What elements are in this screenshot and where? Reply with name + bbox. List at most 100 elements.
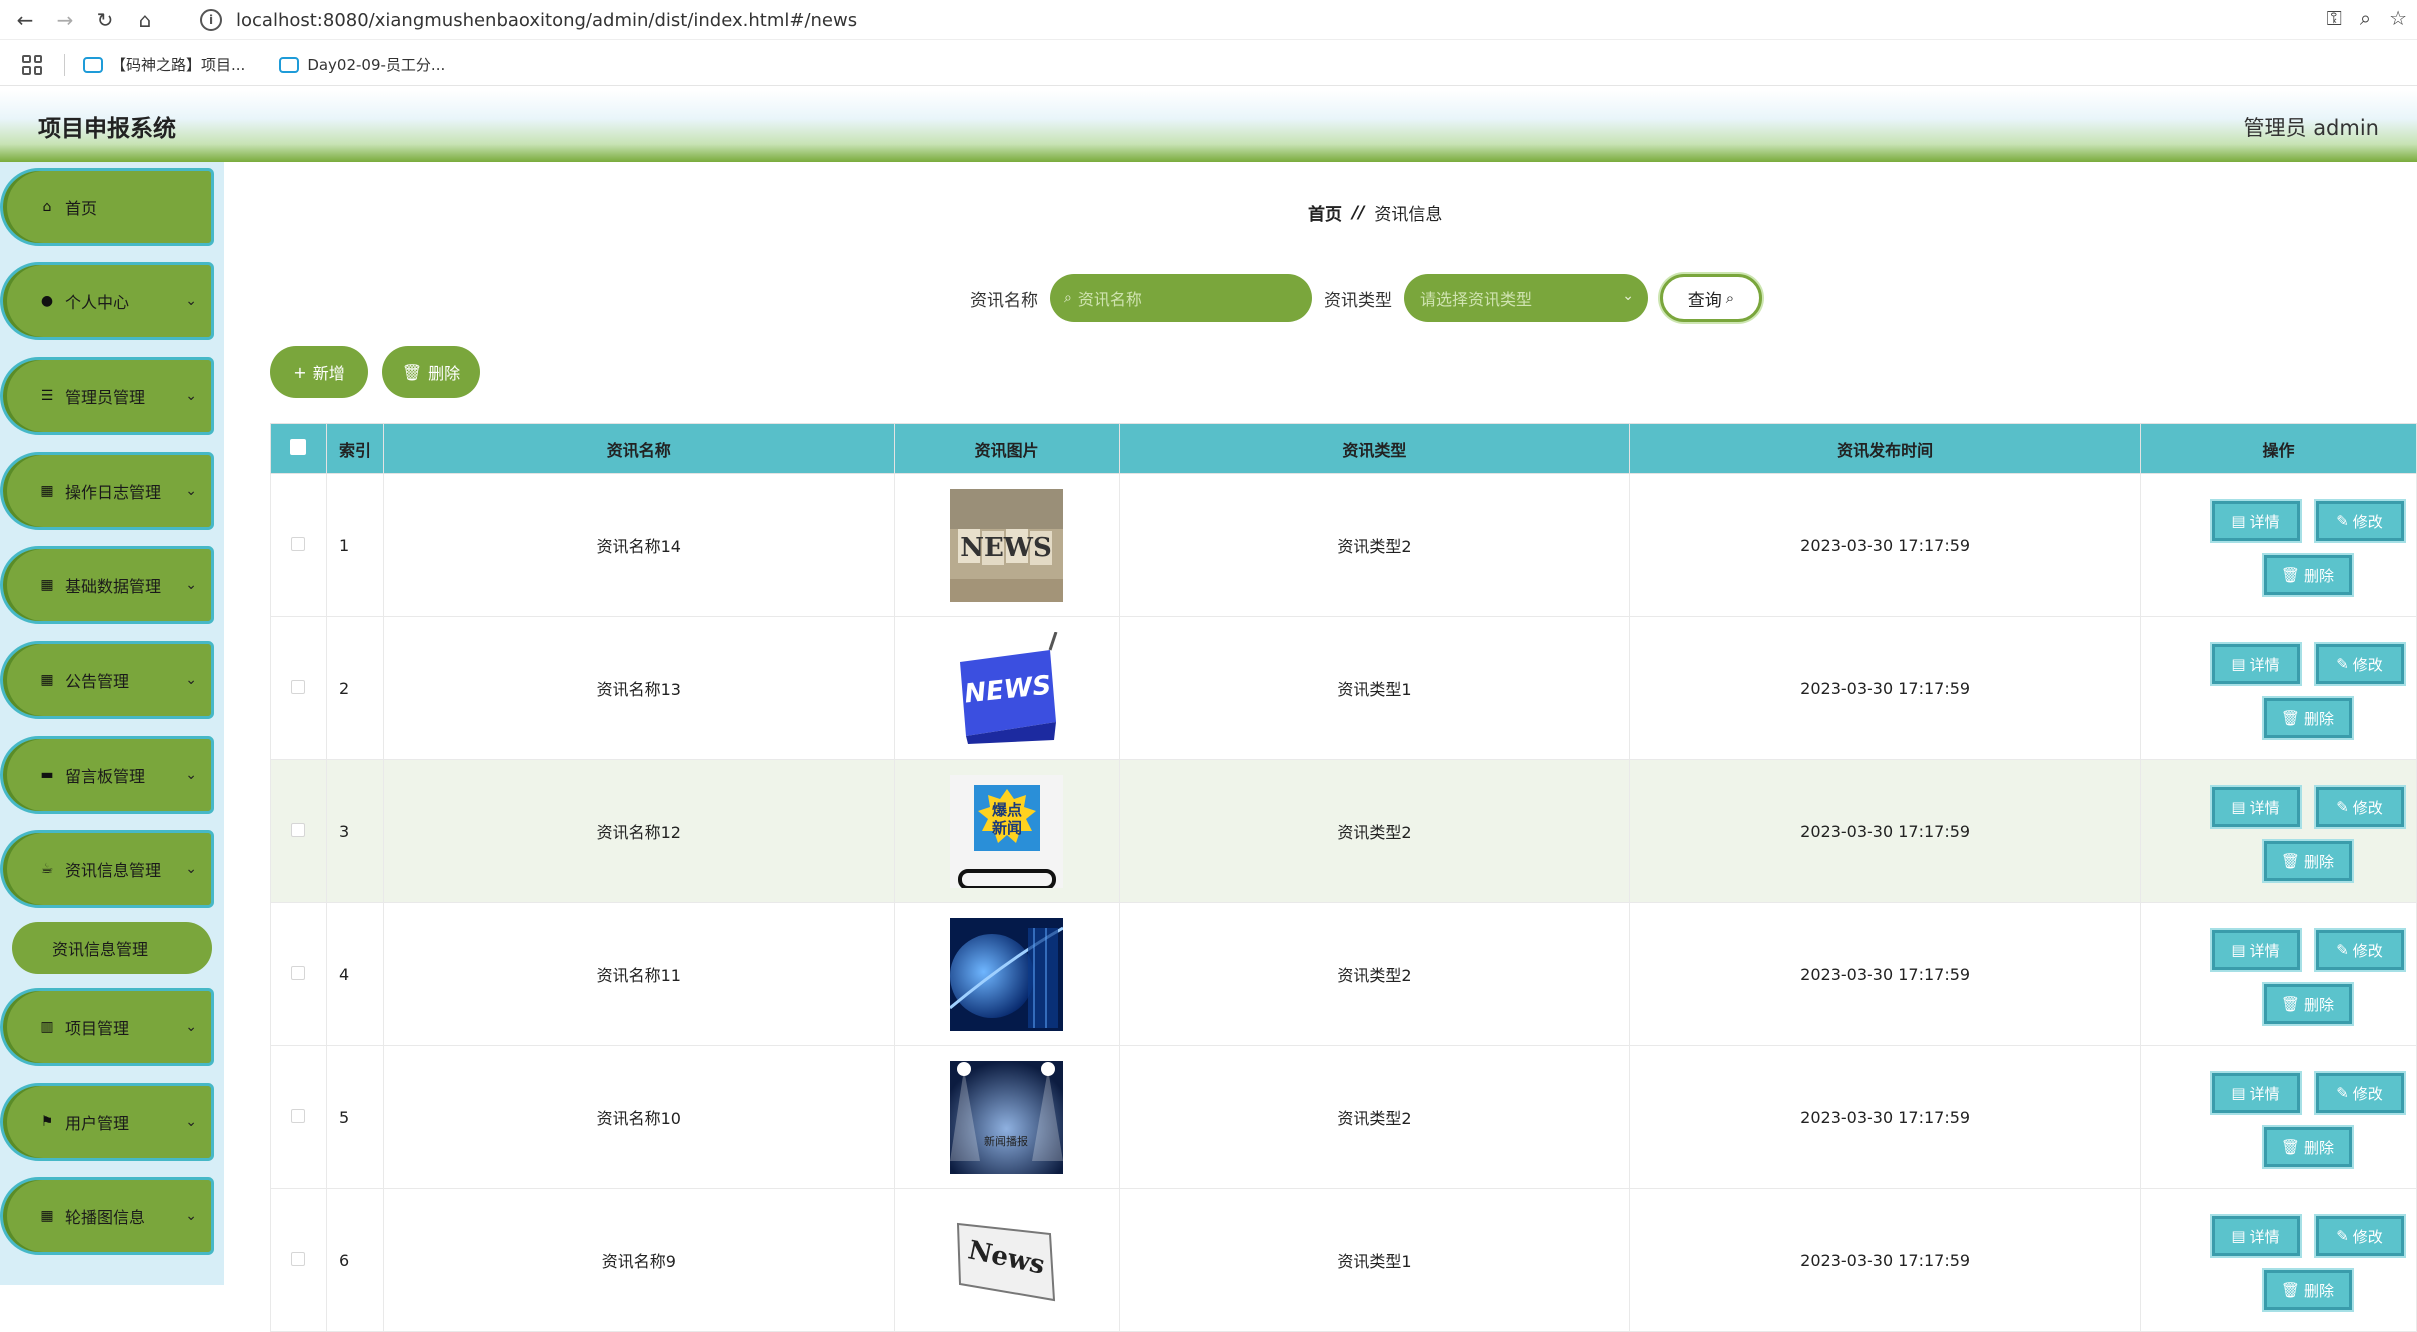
row-checkbox[interactable] (291, 1251, 306, 1266)
star-icon[interactable]: ☆ (2389, 6, 2407, 30)
column-header-image: 资讯图片 (893, 423, 1120, 474)
type-select[interactable]: 请选择资讯类型 ⌄ (1404, 274, 1648, 322)
sidebar-item-home[interactable]: ⌂ 首页 (0, 168, 214, 246)
delete-button[interactable]: 🗑 删除 (2263, 698, 2352, 738)
detail-button[interactable]: ▤ 详情 (2211, 501, 2300, 541)
row-name: 资讯名称14 (382, 473, 895, 617)
detail-button[interactable]: ▤ 详情 (2211, 1073, 2300, 1113)
apps-grid-icon[interactable] (22, 54, 42, 75)
detail-label: 详情 (2249, 798, 2280, 817)
doc-icon: ▤ (2231, 512, 2246, 530)
row-checkbox[interactable] (291, 1108, 306, 1123)
edit-button[interactable]: ✎ 修改 (2315, 1073, 2404, 1113)
edit-button[interactable]: ✎ 修改 (2315, 787, 2404, 827)
reload-icon[interactable]: ↻ (90, 5, 120, 35)
sidebar-item-basedata[interactable]: ▦ 基础数据管理 ⌄ (0, 546, 214, 624)
edit-button[interactable]: ✎ 修改 (2315, 930, 2404, 970)
detail-label: 详情 (2249, 941, 2280, 960)
edit-label: 修改 (2352, 798, 2383, 817)
name-search-input[interactable]: ⌕ 资讯名称 (1050, 274, 1312, 322)
bookmark-2[interactable]: Day02-09-员工分... (279, 54, 445, 75)
row-index: 3 (325, 759, 384, 903)
plus-icon: + (293, 362, 307, 382)
chevron-up-icon: ⌄ (185, 861, 197, 877)
sidebar-item-messageboard[interactable]: ▬ 留言板管理 ⌄ (0, 736, 214, 814)
grid-icon: ▦ (40, 672, 54, 688)
sidebar-item-carousel[interactable]: ▦ 轮播图信息 ⌄ (0, 1177, 214, 1255)
sidebar-item-news[interactable]: ☕ 资讯信息管理 ⌄ (0, 830, 214, 908)
row-checkbox[interactable] (291, 536, 306, 551)
ticket-icon: ▬ (40, 767, 54, 783)
sidebar-item-label: 项目管理 (65, 1019, 130, 1038)
select-all-checkbox[interactable] (290, 438, 307, 455)
newspaper-image: News (950, 1203, 1064, 1317)
select-all-header[interactable] (270, 423, 327, 474)
delete-button[interactable]: 🗑 删除 (2263, 555, 2352, 595)
grid-icon: ▦ (40, 577, 54, 593)
breadcrumb-separator: // (1352, 202, 1365, 223)
back-icon[interactable]: ← (10, 5, 40, 35)
home-page-icon[interactable]: ⌂ (130, 5, 160, 35)
sidebar-item-projects[interactable]: ▥ 项目管理 ⌄ (0, 988, 214, 1066)
bulk-delete-label: 删除 (428, 364, 461, 383)
delete-button[interactable]: 🗑 删除 (2263, 841, 2352, 881)
row-time: 2023-03-30 17:17:59 (1629, 473, 2141, 617)
row-checkbox[interactable] (291, 679, 306, 694)
edit-button[interactable]: ✎ 修改 (2315, 1216, 2404, 1256)
column-header-ops: 操作 (2140, 423, 2417, 474)
news-key-image: NEWS (950, 631, 1064, 745)
row-type: 资讯类型1 (1118, 616, 1631, 760)
news-letters-image: NEWS (950, 488, 1064, 602)
edit-button[interactable]: ✎ 修改 (2315, 644, 2404, 684)
globe-image (950, 917, 1064, 1031)
row-index: 4 (325, 902, 384, 1046)
address-bar[interactable]: i localhost:8080/xiangmushenbaoxitong/ad… (200, 4, 2300, 36)
search-icon: ⌕ (1725, 289, 1735, 307)
site-info-icon[interactable]: i (200, 9, 222, 31)
table-row: 4 资讯名称11 资讯类型2 2023-03-30 17:17:59 ▤ 详情 ✎… (270, 902, 2417, 1046)
image-caption: NEWS (960, 533, 1052, 563)
detail-button[interactable]: ▤ 详情 (2211, 1216, 2300, 1256)
sidebar-item-admins[interactable]: ☰ 管理员管理 ⌄ (0, 357, 214, 435)
sidebar-subitem-news[interactable]: 资讯信息管理 (12, 922, 212, 974)
user-label[interactable]: 管理员 admin (2244, 112, 2379, 142)
url-text: localhost:8080/xiangmushenbaoxitong/admi… (236, 9, 858, 31)
detail-button[interactable]: ▤ 详情 (2211, 644, 2300, 684)
pencil-icon: ✎ (2336, 655, 2349, 673)
delete-button[interactable]: 🗑 删除 (2263, 1127, 2352, 1167)
row-type: 资讯类型2 (1118, 1045, 1631, 1189)
key-icon[interactable]: ⚿ (2327, 6, 2342, 30)
row-name: 资讯名称11 (382, 902, 895, 1046)
sidebar: ⌂ 首页 ● 个人中心 ⌄ ☰ 管理员管理 ⌄ ▦ 操作日志管理 ⌄ ▦ 基础数… (0, 162, 224, 1285)
breadcrumb-home[interactable]: 首页 (1308, 200, 1342, 225)
bookmark-1[interactable]: 【码神之路】项目... (83, 54, 245, 75)
sidebar-item-notice[interactable]: ▦ 公告管理 ⌄ (0, 641, 214, 719)
query-button[interactable]: 查询 ⌕ (1660, 274, 1762, 322)
doc-icon: ▤ (2231, 941, 2246, 959)
bulk-delete-button[interactable]: 🗑 删除 (382, 346, 480, 398)
add-button[interactable]: + 新增 (270, 346, 368, 398)
delete-button[interactable]: 🗑 删除 (2263, 1270, 2352, 1310)
pencil-icon: ✎ (2336, 941, 2349, 959)
doc-icon: ▤ (2231, 655, 2246, 673)
row-name: 资讯名称9 (382, 1188, 895, 1332)
sidebar-item-users[interactable]: ⚑ 用户管理 ⌄ (0, 1083, 214, 1161)
bookmark-separator (64, 53, 65, 76)
sidebar-item-profile[interactable]: ● 个人中心 ⌄ (0, 262, 214, 340)
sidebar-item-label: 用户管理 (65, 1114, 130, 1133)
chevron-down-icon: ⌄ (185, 388, 197, 404)
sidebar-item-oplog[interactable]: ▦ 操作日志管理 ⌄ (0, 452, 214, 530)
app-header: 项目申报系统 管理员 admin (0, 90, 2417, 162)
type-select-placeholder: 请选择资讯类型 (1420, 290, 1533, 309)
row-checkbox[interactable] (291, 822, 306, 837)
forward-icon[interactable]: → (50, 5, 80, 35)
books-icon: ▥ (40, 1019, 54, 1035)
row-checkbox[interactable] (291, 965, 306, 980)
detail-button[interactable]: ▤ 详情 (2211, 787, 2300, 827)
row-type: 资讯类型2 (1118, 759, 1631, 903)
edit-button[interactable]: ✎ 修改 (2315, 501, 2404, 541)
delete-button[interactable]: 🗑 删除 (2263, 984, 2352, 1024)
row-type: 资讯类型1 (1118, 1188, 1631, 1332)
zoom-icon[interactable]: ⌕ (2360, 6, 2371, 30)
detail-button[interactable]: ▤ 详情 (2211, 930, 2300, 970)
